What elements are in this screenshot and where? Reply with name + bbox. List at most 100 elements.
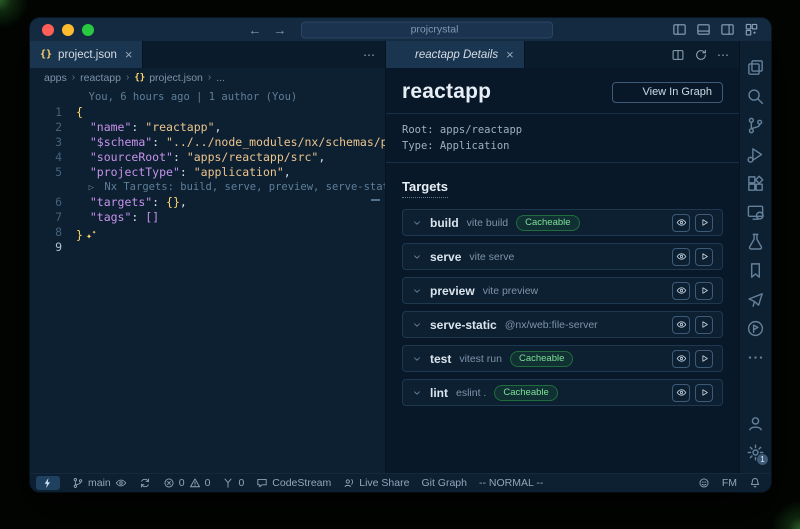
target-row-lint[interactable]: linteslint .Cacheable bbox=[402, 379, 723, 406]
activity-more[interactable] bbox=[740, 343, 771, 372]
layout-sidebar-left-icon[interactable] bbox=[672, 22, 687, 37]
sync-icon bbox=[139, 477, 151, 489]
activity-source-control[interactable] bbox=[740, 111, 771, 140]
vim-mode-status[interactable]: -- NORMAL -- bbox=[479, 477, 543, 489]
account-icon bbox=[746, 414, 765, 433]
close-tab-icon[interactable]: × bbox=[506, 48, 514, 61]
target-row-build[interactable]: buildvite buildCacheable bbox=[402, 209, 723, 236]
chevron-down-icon bbox=[412, 252, 422, 262]
target-row-serve[interactable]: servevite serve bbox=[402, 243, 723, 270]
line-number: 7 bbox=[30, 210, 76, 225]
eye-icon bbox=[676, 217, 687, 228]
command-center-search[interactable]: projcrystal bbox=[301, 21, 553, 38]
code-editor[interactable]: You, 6 hours ago | 1 author (You)1{2 "na… bbox=[30, 87, 385, 473]
activity-testing[interactable] bbox=[740, 227, 771, 256]
tabbar-spacer bbox=[525, 41, 661, 68]
layout-controls bbox=[672, 22, 759, 37]
close-window-button[interactable] bbox=[42, 24, 54, 36]
breadcrumb: apps›reactapp›{}project.json›... bbox=[30, 68, 385, 87]
customize-layout-icon[interactable] bbox=[744, 22, 759, 37]
breadcrumb-item[interactable]: ... bbox=[216, 72, 225, 84]
activity-run-debug[interactable] bbox=[740, 140, 771, 169]
line-number bbox=[30, 180, 76, 195]
navigate-back-button[interactable]: ← bbox=[249, 23, 262, 36]
target-command: eslint . bbox=[456, 387, 486, 399]
maximize-window-button[interactable] bbox=[82, 24, 94, 36]
workbench: {} project.json × ⋯ apps›reactapp›{}proj… bbox=[30, 41, 771, 473]
breadcrumb-item[interactable]: reactapp bbox=[80, 72, 121, 84]
activity-explorer[interactable] bbox=[740, 53, 771, 82]
ai-assistant-icon bbox=[746, 290, 765, 309]
minimize-window-button[interactable] bbox=[62, 24, 74, 36]
target-command: @nx/web:file-server bbox=[505, 319, 598, 331]
view-target-button[interactable] bbox=[672, 248, 690, 266]
layout-panel-icon[interactable] bbox=[696, 22, 711, 37]
file-icon bbox=[396, 48, 409, 61]
sync-status[interactable] bbox=[139, 477, 151, 489]
fork-count-status[interactable]: 0 bbox=[222, 477, 244, 489]
ai-status[interactable] bbox=[698, 477, 710, 489]
git-graph-status[interactable]: Git Graph bbox=[421, 477, 467, 489]
live-share-status[interactable]: Live Share bbox=[343, 477, 409, 489]
problems-status[interactable]: 00 bbox=[163, 477, 211, 489]
run-target-button[interactable] bbox=[695, 248, 713, 266]
view-target-button[interactable] bbox=[672, 384, 690, 402]
fork-icon bbox=[222, 477, 234, 489]
activity-ai-assistant[interactable] bbox=[740, 285, 771, 314]
target-name: test bbox=[430, 352, 451, 366]
code-line: ▷ Nx Targets: build, serve, preview, ser… bbox=[30, 180, 385, 195]
breadcrumb-item[interactable]: apps bbox=[44, 72, 67, 84]
view-target-button[interactable] bbox=[672, 282, 690, 300]
view-in-graph-button[interactable]: View In Graph bbox=[612, 82, 723, 103]
split-editor-icon[interactable] bbox=[671, 48, 685, 62]
view-target-button[interactable] bbox=[672, 350, 690, 368]
codelens-play-icon: ▷ bbox=[89, 183, 94, 193]
target-name: serve-static bbox=[430, 318, 497, 332]
tab-reactapp-details[interactable]: reactapp Details × bbox=[386, 41, 525, 68]
chevron-down-icon bbox=[412, 286, 422, 296]
fm-status[interactable]: FM bbox=[722, 477, 737, 489]
divider bbox=[386, 113, 739, 114]
view-target-button[interactable] bbox=[672, 316, 690, 334]
git-branch-status[interactable]: main bbox=[72, 477, 127, 489]
close-tab-icon[interactable]: × bbox=[125, 48, 133, 61]
codestream-status[interactable]: CodeStream bbox=[256, 477, 331, 489]
layout-sidebar-right-icon[interactable] bbox=[720, 22, 735, 37]
more-actions-icon[interactable]: ⋯ bbox=[363, 48, 375, 62]
remote-indicator[interactable] bbox=[36, 476, 60, 490]
notifications-bell[interactable] bbox=[749, 477, 761, 489]
view-target-button[interactable] bbox=[672, 214, 690, 232]
activity-bookmarks[interactable] bbox=[740, 256, 771, 285]
remote-explorer-icon bbox=[746, 203, 765, 222]
run-target-button[interactable] bbox=[695, 384, 713, 402]
code-line: 9 bbox=[30, 240, 385, 255]
nx-targets-codelens[interactable]: ▷ Nx Targets: build, serve, preview, ser… bbox=[76, 180, 385, 195]
explorer-icon bbox=[746, 58, 765, 77]
run-target-button[interactable] bbox=[695, 214, 713, 232]
activity-flag-circle[interactable] bbox=[740, 314, 771, 343]
activity-extensions[interactable] bbox=[740, 169, 771, 198]
view-in-graph-label: View In Graph bbox=[642, 86, 712, 98]
tab-project-json[interactable]: {} project.json × bbox=[30, 41, 143, 68]
target-row-preview[interactable]: previewvite preview bbox=[402, 277, 723, 304]
navigate-forward-button[interactable]: → bbox=[274, 23, 287, 36]
run-target-button[interactable] bbox=[695, 316, 713, 334]
chevron-down-icon bbox=[412, 320, 422, 330]
activity-account[interactable] bbox=[740, 409, 771, 438]
source-control-icon bbox=[746, 116, 765, 135]
run-target-button[interactable] bbox=[695, 282, 713, 300]
run-target-button[interactable] bbox=[695, 350, 713, 368]
breadcrumb-label: reactapp bbox=[80, 72, 121, 84]
breadcrumb-item[interactable]: {}project.json bbox=[134, 72, 203, 84]
play-icon bbox=[699, 319, 710, 330]
activity-search[interactable] bbox=[740, 82, 771, 111]
target-row-serve-static[interactable]: serve-static @nx/web:file-server bbox=[402, 311, 723, 338]
status-label: CodeStream bbox=[272, 477, 331, 489]
more-actions-icon[interactable]: ⋯ bbox=[717, 48, 729, 62]
activity-remote-explorer[interactable] bbox=[740, 198, 771, 227]
target-row-test[interactable]: testvitest runCacheable bbox=[402, 345, 723, 372]
target-name: serve bbox=[430, 250, 461, 264]
refresh-icon[interactable] bbox=[694, 48, 708, 62]
activity-settings-gear[interactable]: 1 bbox=[740, 438, 771, 467]
gitlens-blame-annotation[interactable]: You, 6 hours ago | 1 author (You) bbox=[76, 90, 385, 105]
